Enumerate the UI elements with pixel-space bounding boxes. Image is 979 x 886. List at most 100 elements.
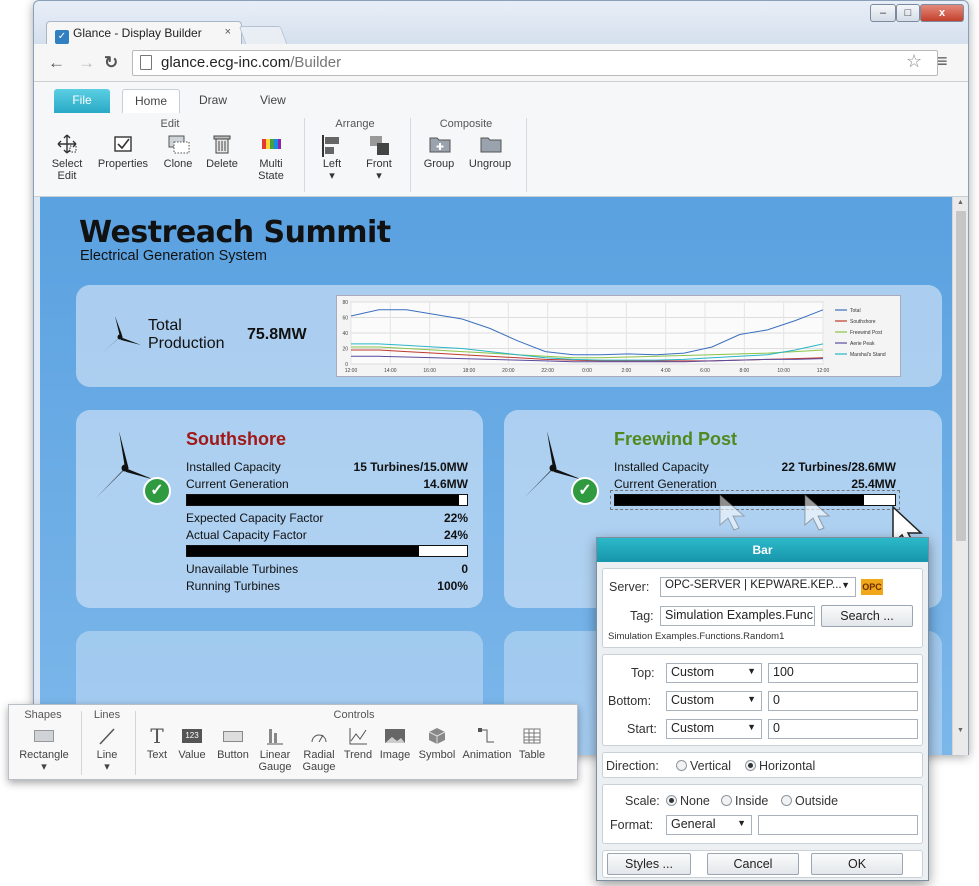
radio-button[interactable] <box>721 795 732 806</box>
scale-none-radio[interactable]: None <box>666 794 710 808</box>
animation-label: Animation <box>462 749 512 761</box>
format-extra-input[interactable] <box>758 815 918 835</box>
clone-button[interactable]: Clone <box>158 134 198 170</box>
top-value-input[interactable]: 100 <box>768 663 918 683</box>
x-tick-label: 10:00 <box>777 368 790 374</box>
button-tool[interactable]: Button <box>213 725 253 761</box>
select-edit-button[interactable]: Select Edit <box>46 134 88 182</box>
horizontal-label: Horizontal <box>759 759 816 773</box>
radio-button[interactable] <box>781 795 792 806</box>
wind-turbine-icon <box>102 316 141 353</box>
direction-vertical-radio[interactable]: Vertical <box>676 759 731 773</box>
southshore-card[interactable]: ✓ Southshore Installed Capacity 15 Turbin… <box>76 410 483 608</box>
symbol-tool[interactable]: Symbol <box>415 725 459 761</box>
display-subtitle: Electrical Generation System <box>80 248 267 264</box>
menu-icon[interactable]: ≡ <box>937 51 948 72</box>
group-button[interactable]: Group <box>419 134 459 170</box>
installed-capacity-value: 15 Turbines/15.0MW <box>353 460 468 474</box>
legend-label: Marshal's Stand <box>850 352 886 358</box>
radial-gauge-label: Radial <box>303 749 335 761</box>
table-tool[interactable]: Table <box>515 725 549 761</box>
radio-button[interactable] <box>745 760 756 771</box>
vertical-scrollbar[interactable]: ▲ ▼ <box>952 197 968 755</box>
ok-button[interactable]: OK <box>811 853 903 875</box>
symbol-label: Symbol <box>418 749 456 761</box>
top-mode-select[interactable]: Custom ▼ <box>666 663 762 683</box>
x-tick-label: 8:00 <box>739 368 749 374</box>
production-trend-chart[interactable]: 80 60 40 20 0 12:00 14:00 16:00 18:00 20:00 22:00 0… <box>336 295 901 377</box>
start-value-input[interactable]: 0 <box>768 719 918 739</box>
selected-generation-bar[interactable] <box>610 490 900 510</box>
cursor-ghost-icon <box>804 493 831 531</box>
tag-input[interactable]: Simulation Examples.Func <box>660 606 815 626</box>
radial-gauge-tool[interactable]: Radial Gauge <box>297 725 341 773</box>
bring-front-button[interactable]: Front ▾ <box>358 134 400 182</box>
start-mode-value: Custom <box>671 721 715 735</box>
multi-state-button[interactable]: Multi State <box>248 134 294 182</box>
tab-view[interactable]: View <box>248 89 298 113</box>
scale-outside-radio[interactable]: Outside <box>781 794 838 808</box>
ungroup-button[interactable]: Ungroup <box>463 134 517 170</box>
x-tick-label: 2:00 <box>621 368 631 374</box>
minimize-button[interactable]: – <box>870 4 896 22</box>
group-label-edit: Edit <box>160 118 180 130</box>
text-tool[interactable]: T Text <box>143 725 171 761</box>
maximize-button[interactable]: □ <box>896 4 920 22</box>
direction-horizontal-radio[interactable]: Horizontal <box>745 759 815 773</box>
cancel-button[interactable]: Cancel <box>707 853 799 875</box>
search-button[interactable]: Search ... <box>821 605 913 627</box>
styles-button[interactable]: Styles ... <box>607 853 691 875</box>
linear-gauge-tool[interactable]: Linear Gauge <box>253 725 297 773</box>
chevron-down-icon: ▼ <box>841 580 850 590</box>
current-generation-value: 25.4MW <box>851 477 896 491</box>
tab-file[interactable]: File <box>54 89 110 113</box>
bar-fill <box>187 546 420 556</box>
value-icon: 123 <box>171 725 213 747</box>
actual-capacity-value: 24% <box>443 528 468 542</box>
tab-draw[interactable]: Draw <box>187 89 239 113</box>
southshore-stats: Installed Capacity 15 Turbines/15.0MW Cur… <box>186 460 468 600</box>
scale-inside-radio[interactable]: Inside <box>721 794 768 808</box>
forward-arrow-icon[interactable]: → <box>78 53 95 73</box>
scroll-up-arrow-icon[interactable]: ▲ <box>957 199 964 206</box>
close-window-button[interactable]: x <box>920 4 964 22</box>
server-select[interactable]: OPC-SERVER | KEPWARE.KEP... ▼ <box>660 577 856 597</box>
value-tool[interactable]: 123 Value <box>171 725 213 761</box>
cursor-ghost-icon <box>719 493 746 531</box>
image-icon <box>375 725 415 747</box>
trend-tool[interactable]: Trend <box>341 725 375 761</box>
group-label-controls: Controls <box>333 709 375 721</box>
delete-button[interactable]: Delete <box>200 134 244 170</box>
bottom-value-input[interactable]: 0 <box>768 691 918 711</box>
properties-button[interactable]: Properties <box>92 134 154 170</box>
radio-button[interactable] <box>676 760 687 771</box>
align-left-button[interactable]: Left ▾ <box>314 134 350 182</box>
clone-icon <box>167 134 190 154</box>
start-mode-select[interactable]: Custom ▼ <box>666 719 762 739</box>
tab-home[interactable]: Home <box>122 89 181 113</box>
back-arrow-icon[interactable]: ← <box>48 53 65 73</box>
line-tool[interactable]: Line ▾ <box>89 725 125 773</box>
freewind-stats: Installed Capacity 22 Turbines/28.6MW Cur… <box>610 460 900 520</box>
image-tool[interactable]: Image <box>375 725 415 761</box>
bookmark-star-icon[interactable]: ☆ <box>906 51 922 72</box>
format-select[interactable]: General ▼ <box>666 815 752 835</box>
tab-close-icon[interactable]: × <box>225 26 231 38</box>
tag-label: Tag: <box>630 609 654 623</box>
bottom-mode-select[interactable]: Custom ▼ <box>666 691 762 711</box>
front-label: Front <box>366 158 392 170</box>
radio-button[interactable] <box>666 795 677 806</box>
current-generation-bar <box>186 494 468 506</box>
rectangle-tool[interactable]: Rectangle ▾ <box>13 725 75 773</box>
none-label: None <box>680 794 710 808</box>
unavailable-turbines-label: Unavailable Turbines <box>186 562 299 576</box>
scrollbar-thumb[interactable] <box>956 211 966 541</box>
url-field[interactable]: glance.ecg-inc.com/Builder <box>132 50 938 76</box>
total-production-card[interactable]: Total Production 75.8MW 80 60 40 20 0 12:00 14… <box>76 285 942 387</box>
bar-fill <box>187 495 460 505</box>
animation-tool[interactable]: Animation <box>459 725 515 761</box>
browser-tab[interactable]: ✓ Glance - Display Builder × <box>46 21 242 45</box>
new-tab-button[interactable] <box>238 26 288 44</box>
scroll-down-arrow-icon[interactable]: ▼ <box>957 727 964 734</box>
reload-icon[interactable]: ↻ <box>104 53 118 73</box>
